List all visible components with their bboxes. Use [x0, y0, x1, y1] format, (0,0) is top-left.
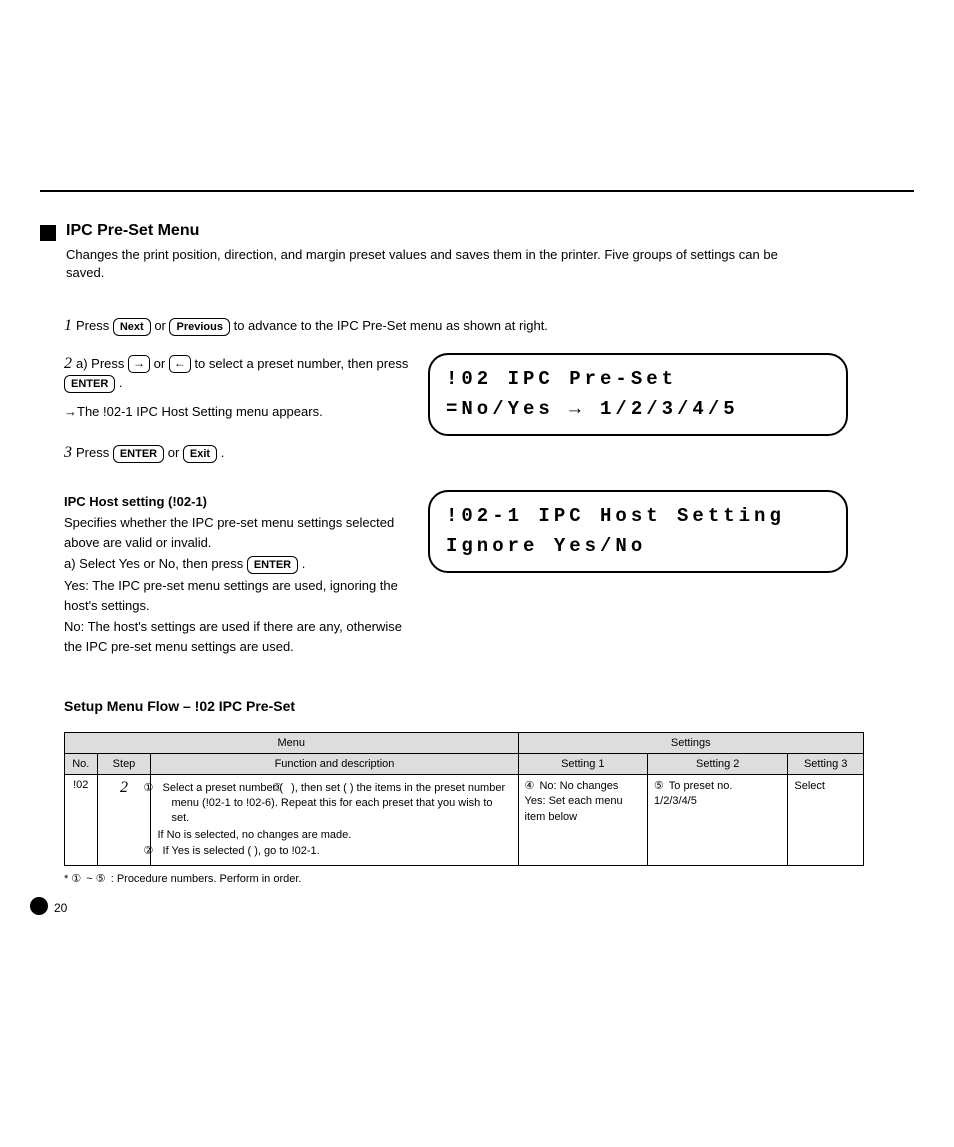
page-dot-icon — [30, 897, 48, 915]
section-intro: Changes the print position, direction, a… — [66, 246, 786, 281]
lcd2-line1: !02-1 IPC Host Setting — [446, 502, 830, 531]
col-group-menu: Menu — [65, 733, 519, 754]
setup-table: Menu Settings No. Step Function and desc… — [64, 732, 864, 866]
table-header-row-2: No. Step Function and description Settin… — [65, 754, 864, 775]
enter-key: ENTER — [113, 445, 164, 463]
circled-1-icon: ① — [71, 872, 81, 885]
section-title: IPC Pre-Set Menu — [66, 222, 786, 240]
step-1: 1 Press Next or Previous to advance to t… — [64, 315, 914, 337]
table-title: Setup Menu Flow – !02 IPC Pre-Set — [64, 698, 914, 714]
step-number: 2 — [64, 355, 76, 372]
substep-title: IPC Host setting (!02-1) — [64, 494, 207, 509]
step-2: 2 a) Press → or ← to select a preset num… — [64, 353, 414, 393]
cell-set2: ⑤ To preset no. 1/2/3/4/5 — [648, 775, 788, 866]
col-group-settings: Settings — [518, 733, 863, 754]
cell-no: !02 — [65, 775, 98, 866]
step-3: 3 Press ENTER or Exit . — [64, 442, 914, 464]
substep-desc: Specifies whether the IPC pre-set menu s… — [64, 513, 414, 552]
substep-a: a) Select Yes or No, then press ENTER . — [64, 554, 414, 574]
enter-key: ENTER — [64, 375, 115, 393]
substep-no: No: The host's settings are used if ther… — [64, 617, 414, 656]
cell-set1: ④ No: No changes Yes: Set each menu item… — [518, 775, 648, 866]
lcd-display-2: !02-1 IPC Host Setting Ignore Yes/No — [428, 490, 848, 573]
substep-02-1: IPC Host setting (!02-1) Specifies wheth… — [64, 490, 414, 658]
cell-set3: Select — [788, 775, 864, 866]
col-set3: Setting 3 — [788, 754, 864, 775]
step-number: 1 — [64, 317, 76, 334]
col-set1: Setting 1 — [518, 754, 648, 775]
left-arrow-key-icon: ← — [169, 355, 191, 373]
right-arrow-key-icon: → — [128, 355, 150, 373]
col-desc: Function and description — [151, 754, 518, 775]
lcd1-line1: !02 IPC Pre-Set — [446, 365, 830, 394]
step-2-result: →The !02-1 IPC Host Setting menu appears… — [64, 403, 414, 421]
page-number: 20 — [54, 901, 67, 915]
horizontal-rule — [40, 190, 914, 192]
exit-key: Exit — [183, 445, 217, 463]
lcd1-line2: =No/Yes → 1/2/3/4/5 — [446, 395, 830, 424]
table-header-row-1: Menu Settings — [65, 733, 864, 754]
circled-5-icon: ⑤ — [96, 872, 106, 885]
substep-yes: Yes: The IPC pre-set menu settings are u… — [64, 576, 414, 615]
table-row: !02 2 ① Select a preset number ( ③ ), th… — [65, 775, 864, 866]
next-key: Next — [113, 318, 151, 336]
circled-5-icon: ⑤ — [654, 779, 664, 794]
col-set2: Setting 2 — [648, 754, 788, 775]
previous-key: Previous — [169, 318, 229, 336]
circled-4-icon: ④ — [525, 779, 535, 794]
col-no: No. — [65, 754, 98, 775]
cell-desc: ① Select a preset number ( ③ ), then set… — [151, 775, 518, 866]
section-square-icon — [40, 225, 56, 241]
col-step: Step — [97, 754, 151, 775]
lcd-display-1: !02 IPC Pre-Set =No/Yes → 1/2/3/4/5 — [428, 353, 848, 436]
step-number: 3 — [64, 444, 76, 461]
table-footnote: * ① ~ ⑤ : Procedure numbers. Perform in … — [64, 872, 914, 885]
enter-key: ENTER — [247, 556, 298, 574]
lcd2-line2: Ignore Yes/No — [446, 532, 830, 561]
